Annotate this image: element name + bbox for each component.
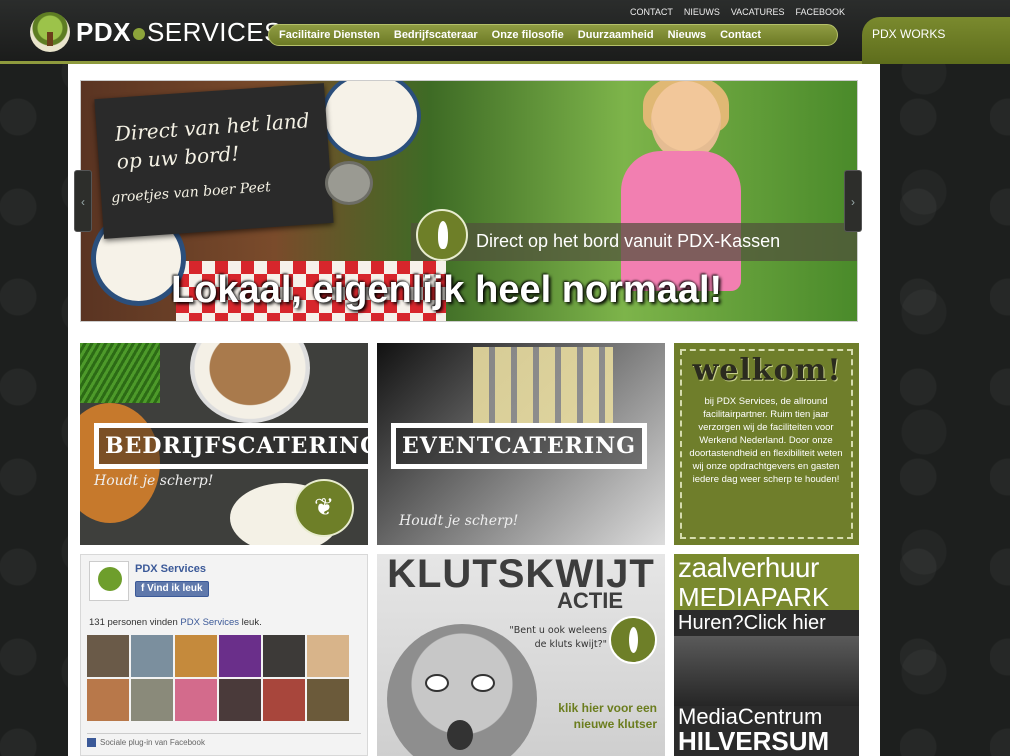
fan-avatar[interactable] [263,635,305,677]
fan-avatar[interactable] [219,679,261,721]
nav-nieuws[interactable]: Nieuws [668,29,707,41]
pdx-logo[interactable]: PDX SERVICES [30,10,282,54]
like-count-text: 131 personen vinden PDX Services leuk. [89,617,262,628]
bedrijfscatering-tile[interactable]: BEDRIJFSCATERING Houdt je scherp! ❦ [80,343,368,545]
cup-image [325,161,373,205]
eventcatering-tile[interactable]: EVENTCATERING Houdt je scherp! [377,343,665,545]
hero-slider[interactable]: Direct van het land op uw bord! groetjes… [80,80,858,322]
plate-image [321,81,421,161]
mouth [447,720,473,750]
tree-logo-icon [30,12,70,52]
top-link-vacatures[interactable]: VACATURES [731,7,785,17]
fan-photo-grid [87,635,349,721]
pepper-icon [609,616,657,664]
welcome-title: welkom! [692,353,842,388]
top-link-nieuws[interactable]: NIEUWS [684,7,720,17]
slider-headline: Lokaal, eigenlijk heel normaal! [171,269,723,311]
pepper-icon [416,209,468,261]
tree-badge-icon: ❦ [294,479,354,537]
main-nav: Facilitaire Diensten Bedrijfscateraar On… [268,24,838,46]
nav-bedrijfscateraar[interactable]: Bedrijfscateraar [394,29,478,41]
top-link-contact[interactable]: CONTACT [630,7,673,17]
like-count-suffix: leuk. [239,617,262,628]
kluts-cta-link[interactable]: klik hier voor een nieuwe klutser [527,700,657,732]
like-count-prefix: 131 personen vinden [89,617,181,628]
plugin-footer-text: Sociale plug-in van Facebook [100,738,205,747]
slider-caption: Direct op het bord vanuit PDX-Kassen [476,231,781,251]
site-header: PDX SERVICES CONTACT NIEUWS VACATURES FAC… [0,0,1010,64]
chalkboard-signature: groetjes van boer Peet [110,179,272,207]
chalkboard-text: Direct van het land op uw bord! [114,108,311,174]
eye [425,674,449,692]
fan-avatar[interactable] [87,679,129,721]
chalkboard: Direct van het land op uw bord! groetjes… [94,83,334,239]
top-link-facebook[interactable]: FACEBOOK [796,7,846,17]
grass-image [80,343,160,403]
slider-next-button[interactable]: › [844,170,862,232]
like-count-link[interactable]: PDX Services [180,617,239,628]
fan-avatar[interactable] [307,679,349,721]
fan-avatar[interactable] [263,679,305,721]
slider-prev-button[interactable]: ‹ [74,170,92,232]
logo-dot-icon [132,27,145,40]
meeting-room-photo [674,636,859,706]
tile-banner: BEDRIJFSCATERING [94,423,368,469]
fan-avatar[interactable] [175,679,217,721]
nav-facilitaire-diensten[interactable]: Facilitaire Diensten [279,29,380,41]
nav-onze-filosofie[interactable]: Onze filosofie [492,29,564,41]
champagne-glasses-image [473,347,613,427]
tile-banner: EVENTCATERING [391,423,648,469]
coffee-cup-image [190,343,310,423]
fan-avatar[interactable] [175,635,217,677]
zaalverhuur-tile[interactable]: zaalverhuur MEDIAPARK Huren?Click hier M… [674,554,859,756]
zaal-subtitle: MEDIAPARK [678,582,830,612]
eye [471,674,495,692]
fan-avatar[interactable] [131,635,173,677]
logo-text: PDX SERVICES [76,16,282,47]
kluts-subtitle: ACTIE [557,588,623,613]
facebook-like-box: PDX Services f Vind ik leuk 131 personen… [80,554,368,756]
tile-tagline: Houdt je scherp! [399,513,519,529]
zaal-venue-city: HILVERSUM [678,726,830,756]
fan-avatar[interactable] [131,679,173,721]
welcome-tile: welkom! bij PDX Services, de allround fa… [674,343,859,545]
page-avatar[interactable] [89,561,129,601]
top-nav: CONTACT NIEUWS VACATURES FACEBOOK [630,7,845,17]
facebook-icon [87,738,96,748]
zaal-title: zaalverhuur [678,554,819,583]
pdx-works-tab[interactable]: PDX WORKS [862,17,1010,64]
fan-avatar[interactable] [87,635,129,677]
nav-duurzaamheid[interactable]: Duurzaamheid [578,29,654,41]
nav-contact[interactable]: Contact [720,29,761,41]
zaal-cta[interactable]: Huren?Click hier [678,612,826,635]
fan-avatar[interactable] [219,635,261,677]
child-head [651,81,721,161]
facebook-page-name[interactable]: PDX Services [135,563,206,575]
welcome-text: bij PDX Services, de allround facilitair… [689,396,843,485]
facebook-plugin-footer: Sociale plug-in van Facebook [87,733,361,748]
fan-avatar[interactable] [307,635,349,677]
tile-tagline: Houdt je scherp! [94,473,214,489]
like-button[interactable]: f Vind ik leuk [135,581,209,597]
like-button-label: Vind ik leuk [147,583,203,594]
klutskwijt-tile[interactable]: KLUTSKWIJT ACTIE "Bent u ook weleens de … [377,554,665,756]
kluts-question: "Bent u ook weleens de kluts kwijt?" [509,625,607,650]
